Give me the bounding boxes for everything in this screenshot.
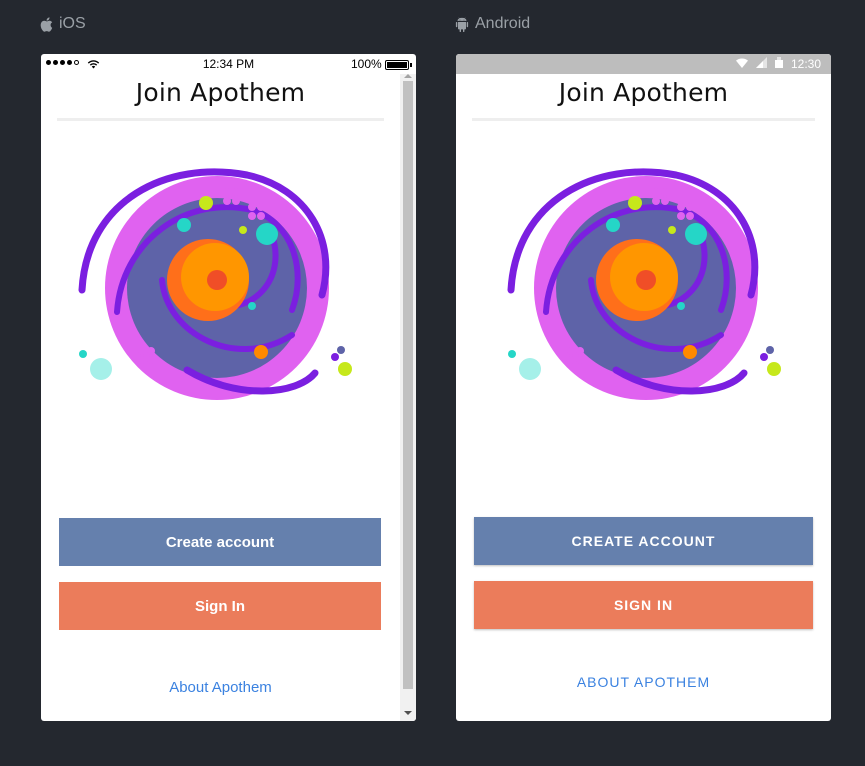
galaxy-illustration: [507, 168, 781, 400]
ios-platform-label: iOS: [40, 14, 86, 34]
title-divider: [472, 118, 815, 121]
cell-signal-icon: [755, 57, 767, 71]
ios-device-screen: 12:34 PM 100% Join Apothem Create accoun…: [41, 54, 416, 721]
android-label-text: Android: [475, 15, 531, 32]
ios-status-bar: 12:34 PM 100%: [41, 54, 416, 74]
title-divider: [57, 118, 384, 121]
ios-label-text: iOS: [59, 15, 86, 32]
scroll-down-arrow-icon[interactable]: [404, 711, 412, 715]
scrollbar[interactable]: [400, 74, 416, 721]
galaxy-illustration: [78, 168, 352, 400]
sign-in-button[interactable]: Sign In: [59, 582, 381, 630]
scroll-up-arrow-icon[interactable]: [404, 74, 412, 78]
page-title: Join Apothem: [558, 78, 729, 107]
about-link[interactable]: ABOUT APOTHEM: [456, 674, 831, 690]
battery-icon: [385, 60, 412, 70]
android-icon: [455, 16, 469, 32]
android-status-time: 12:30: [790, 57, 821, 71]
scrollbar-thumb[interactable]: [403, 81, 413, 689]
android-device-screen: 12:30 Join Apothem CREATE ACCOUNT SIGN I…: [456, 54, 831, 721]
wifi-icon: [735, 57, 748, 71]
galaxy-art: [507, 168, 781, 400]
about-link[interactable]: About Apothem: [41, 679, 400, 696]
ios-battery-percent: 100%: [351, 57, 382, 71]
sim-icon: [774, 57, 783, 71]
android-platform-label: Android: [455, 14, 530, 34]
create-account-button[interactable]: CREATE ACCOUNT: [474, 517, 813, 565]
sign-in-button[interactable]: SIGN IN: [474, 581, 813, 629]
android-status-bar: 12:30: [456, 54, 831, 74]
page-title: Join Apothem: [135, 78, 306, 107]
apple-icon: [40, 16, 53, 32]
galaxy-art: [78, 168, 352, 400]
create-account-button[interactable]: Create account: [59, 518, 381, 566]
